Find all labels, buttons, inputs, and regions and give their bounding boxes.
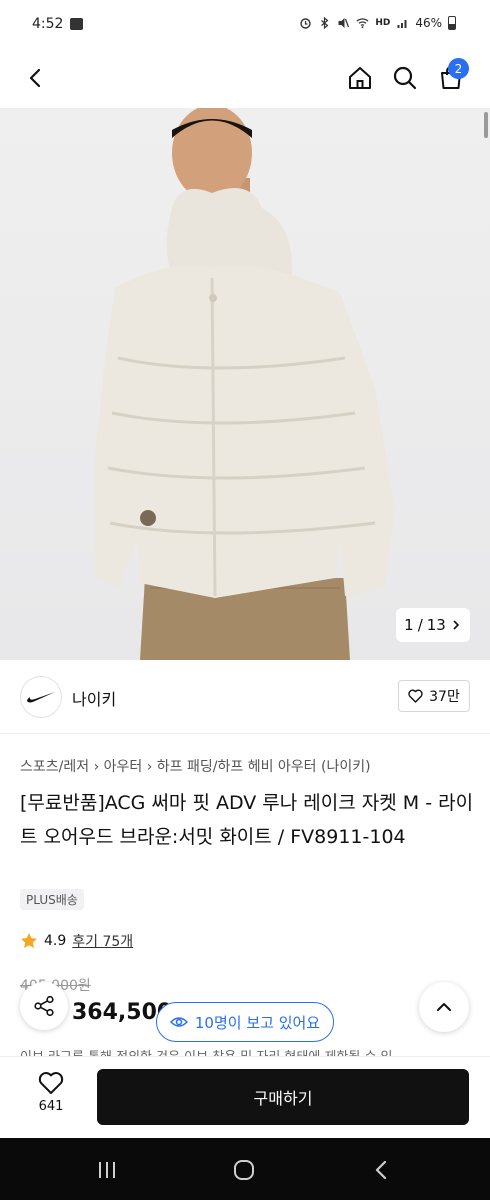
viewers-pill: 10명이 보고 있어요: [156, 1002, 334, 1042]
breadcrumb-item[interactable]: 스포츠/레저: [20, 759, 89, 775]
bluetooth-icon: [321, 17, 329, 29]
alarm-icon: [300, 18, 312, 29]
rating-row: 4.9 후기 75개: [20, 931, 133, 951]
search-icon: [393, 66, 417, 90]
breadcrumb: 스포츠/레저 › 아우터 › 하프 패딩/하프 헤비 아우터 (나이키): [20, 756, 371, 776]
share-button[interactable]: [20, 982, 68, 1030]
breadcrumb-chevron-icon: ›: [146, 759, 157, 775]
mute-icon: [338, 18, 350, 28]
wishlist-button[interactable]: 641: [24, 1071, 78, 1127]
breadcrumb-chevron-icon: ›: [93, 759, 104, 775]
bottom-action-bar: 641 구매하기: [0, 1056, 490, 1138]
brand-name[interactable]: 나이키: [72, 686, 116, 710]
back-button[interactable]: [18, 60, 54, 96]
brand-logo[interactable]: [20, 676, 62, 718]
nike-swoosh-icon: [27, 692, 55, 703]
home-circle-icon: [234, 1160, 254, 1180]
back-nav-button[interactable]: [362, 1156, 402, 1184]
recent-apps-button[interactable]: [87, 1156, 127, 1184]
image-counter[interactable]: 1 / 13: [396, 608, 470, 642]
brand-like-count: 37만: [429, 689, 460, 705]
system-navigation-bar: [0, 1138, 490, 1200]
back-chevron-icon: [375, 1160, 387, 1180]
viewers-text: 10명이 보고 있어요: [194, 1013, 321, 1032]
gallery-notification-icon: [70, 18, 83, 30]
image-counter-total: 13: [426, 616, 446, 634]
star-icon: [21, 933, 37, 948]
battery-icon: [448, 16, 456, 30]
cart-count-badge: 2: [448, 58, 469, 79]
share-icon: [34, 995, 54, 1017]
search-button[interactable]: [387, 60, 423, 96]
wifi-icon: [356, 18, 369, 29]
breadcrumb-item[interactable]: 아우터: [104, 759, 143, 775]
heart-icon: [408, 689, 423, 703]
scrollbar-thumb[interactable]: [484, 112, 488, 138]
image-counter-current: 1: [404, 616, 414, 634]
wishlist-count: 641: [38, 1099, 64, 1114]
brand-row: 나이키 37만: [0, 660, 490, 734]
buy-button[interactable]: 구매하기: [97, 1069, 469, 1125]
product-title: [무료반품]ACG 써마 핏 ADV 루나 레이크 자켓 M - 라이트 오어우…: [20, 792, 474, 848]
product-image[interactable]: [0, 108, 490, 660]
home-icon: [349, 67, 371, 89]
rating-value: 4.9: [44, 933, 67, 949]
description-text: 이브 라그루 통해 정의한 것은 이브 착용 및 자리 형태에 제한될 수 있: [20, 1046, 470, 1056]
breadcrumb-item[interactable]: 하프 패딩/하프 헤비 아우터 (나이키): [157, 759, 371, 775]
chevron-up-icon: [437, 1003, 451, 1011]
reviews-link[interactable]: 후기 75개: [72, 931, 133, 951]
signal-icon: [397, 20, 407, 28]
home-button[interactable]: [342, 60, 378, 96]
app-header: [0, 50, 490, 108]
scroll-top-button[interactable]: [419, 982, 469, 1032]
status-bar: 4:52 HD 46%: [0, 0, 490, 50]
brand-like-button[interactable]: 37만: [398, 680, 470, 712]
recent-apps-icon: [99, 1162, 115, 1178]
chevron-right-icon: [453, 620, 459, 630]
chevron-left-icon: [29, 68, 41, 88]
status-time: 4:52: [32, 16, 64, 32]
home-nav-button[interactable]: [224, 1156, 264, 1184]
shipping-badge: PLUS배송: [20, 889, 84, 910]
battery-percent: 46%: [415, 16, 442, 30]
heart-icon: [38, 1072, 64, 1094]
status-icons: HD 46%: [299, 16, 456, 30]
product-photo: [95, 108, 395, 660]
image-counter-separator: /: [417, 616, 423, 634]
network-type-label: HD: [375, 18, 391, 28]
eye-icon: [169, 1017, 188, 1027]
